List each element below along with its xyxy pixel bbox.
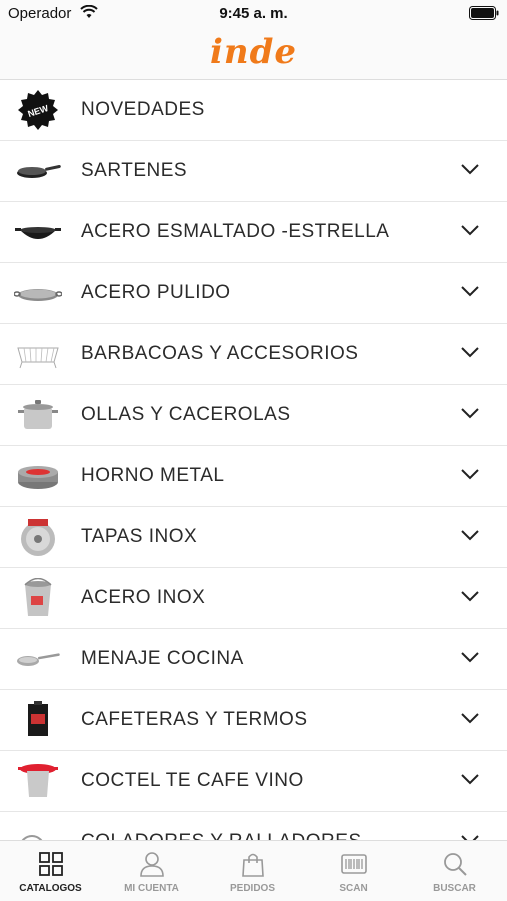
strainer-icon bbox=[21, 835, 43, 840]
chevron-down-icon[interactable] bbox=[461, 468, 479, 480]
tab-scan[interactable]: SCAN bbox=[303, 841, 404, 901]
category-label: HORNO METAL bbox=[81, 465, 225, 486]
category-label: COCTEL TE CAFE VINO bbox=[81, 770, 304, 791]
frying-pan-icon bbox=[17, 164, 61, 178]
barcode-icon bbox=[341, 854, 367, 874]
status-bar: Operador 9:45 a. m. bbox=[0, 0, 507, 30]
chevron-down-icon[interactable] bbox=[461, 285, 479, 297]
chevron-down-icon[interactable] bbox=[461, 163, 479, 175]
battery-icon bbox=[469, 6, 499, 20]
tab-label: BUSCAR bbox=[433, 883, 476, 894]
grill-rack-icon bbox=[17, 347, 59, 369]
category-label: COLADORES Y RALLADORES bbox=[81, 812, 362, 840]
bucket-icon bbox=[24, 578, 52, 616]
tab-catalogos[interactable]: CATALOGOS bbox=[0, 841, 101, 901]
category-row-coladores[interactable]: COLADORES Y RALLADORES bbox=[0, 812, 507, 840]
chevron-down-icon[interactable] bbox=[461, 773, 479, 785]
chevron-down-icon[interactable] bbox=[461, 712, 479, 724]
tea-strainer-icon bbox=[18, 764, 58, 797]
category-label: CAFETERAS Y TERMOS bbox=[81, 709, 308, 730]
category-row-horno-metal[interactable]: HORNO METAL bbox=[0, 446, 507, 507]
chevron-down-icon[interactable] bbox=[461, 651, 479, 663]
bottom-tab-bar: CATALOGOS MI CUENTA PEDIDOS SCAN BUSCAR bbox=[0, 840, 507, 901]
category-label: ACERO PULIDO bbox=[81, 282, 231, 303]
category-label: NOVEDADES bbox=[81, 99, 205, 120]
category-list: NEW NOVEDADES SARTENES ACERO ESMALTADO -… bbox=[0, 80, 507, 840]
category-row-menaje-cocina[interactable]: MENAJE COCINA bbox=[0, 629, 507, 690]
category-label: TAPAS INOX bbox=[81, 526, 198, 547]
chevron-down-icon[interactable] bbox=[461, 224, 479, 236]
chevron-down-icon[interactable] bbox=[461, 590, 479, 602]
tab-label: SCAN bbox=[339, 883, 368, 894]
ladle-icon bbox=[17, 653, 60, 666]
bag-icon bbox=[242, 853, 264, 877]
category-label: SARTENES bbox=[81, 160, 188, 181]
new-badge-icon: NEW bbox=[18, 90, 58, 130]
paella-pan-icon bbox=[14, 289, 62, 301]
tab-buscar[interactable]: BUSCAR bbox=[404, 841, 505, 901]
category-row-sartenes[interactable]: SARTENES bbox=[0, 141, 507, 202]
category-row-barbacoas[interactable]: BARBACOAS Y ACCESORIOS bbox=[0, 324, 507, 385]
chevron-down-icon[interactable] bbox=[461, 346, 479, 358]
wok-icon bbox=[15, 227, 61, 239]
category-label: OLLAS Y CACEROLAS bbox=[81, 404, 291, 425]
grid-icon bbox=[39, 852, 63, 876]
category-row-acero-esmaltado[interactable]: ACERO ESMALTADO -ESTRELLA bbox=[0, 202, 507, 263]
tab-label: PEDIDOS bbox=[229, 883, 275, 894]
category-row-novedades[interactable]: NEW NOVEDADES bbox=[0, 80, 507, 141]
app-header: inde bbox=[0, 30, 507, 80]
category-row-acero-inox[interactable]: ACERO INOX bbox=[0, 568, 507, 629]
tab-label: CATALOGOS bbox=[19, 883, 82, 894]
tab-label: MI CUENTA bbox=[124, 883, 179, 894]
category-label: ACERO ESMALTADO -ESTRELLA bbox=[81, 221, 390, 242]
category-row-coctel[interactable]: COCTEL TE CAFE VINO bbox=[0, 751, 507, 812]
category-label: MENAJE COCINA bbox=[81, 648, 244, 669]
baking-mold-icon bbox=[18, 466, 58, 489]
category-row-cafeteras[interactable]: CAFETERAS Y TERMOS bbox=[0, 690, 507, 751]
stock-pot-icon bbox=[18, 400, 58, 429]
search-icon bbox=[444, 853, 467, 876]
clock-time: 9:45 a. m. bbox=[219, 5, 288, 22]
brand-logo: inde bbox=[209, 32, 298, 72]
tab-pedidos[interactable]: PEDIDOS bbox=[202, 841, 303, 901]
lid-icon bbox=[21, 519, 55, 556]
category-row-tapas-inox[interactable]: TAPAS INOX bbox=[0, 507, 507, 568]
category-row-ollas[interactable]: OLLAS Y CACEROLAS bbox=[0, 385, 507, 446]
chevron-down-icon[interactable] bbox=[461, 529, 479, 541]
category-label: BARBACOAS Y ACCESORIOS bbox=[81, 343, 359, 364]
coffee-maker-icon bbox=[28, 701, 48, 736]
category-label: ACERO INOX bbox=[81, 587, 206, 608]
chevron-down-icon[interactable] bbox=[461, 407, 479, 419]
category-row-acero-pulido[interactable]: ACERO PULIDO bbox=[0, 263, 507, 324]
user-icon bbox=[140, 852, 164, 877]
tab-mi-cuenta[interactable]: MI CUENTA bbox=[101, 841, 202, 901]
